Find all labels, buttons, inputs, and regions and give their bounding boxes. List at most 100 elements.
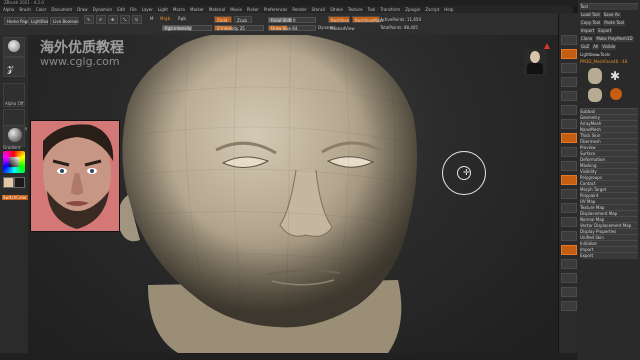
z-intensity-slider[interactable]: Z Intensity 25: [214, 25, 264, 31]
move-button[interactable]: [561, 203, 577, 213]
rotate-button[interactable]: [561, 231, 577, 241]
axis-gizmo-icon[interactable]: [544, 43, 550, 49]
menu-item-brush[interactable]: Brush: [19, 7, 31, 12]
subtool-thumb-star-icon[interactable]: ✱: [610, 70, 620, 82]
secondary-color-swatch[interactable]: [14, 177, 25, 188]
ghost-button[interactable]: [561, 273, 577, 283]
menu-item-help[interactable]: Help: [444, 7, 453, 12]
menu-item-tool[interactable]: Tool: [368, 7, 376, 12]
menu-item-dynamics[interactable]: Dynamics: [93, 7, 113, 12]
lightbox-tools-button[interactable]: Lightbox►Tools: [580, 52, 638, 58]
current-tool-label[interactable]: PM3D_MeshFace48 : 48: [580, 59, 638, 65]
spix-button[interactable]: [561, 49, 577, 59]
menu-item-movie[interactable]: Movie: [230, 7, 242, 12]
live-boolean-button[interactable]: Live Boolean: [50, 17, 79, 25]
import-button[interactable]: Import: [580, 28, 596, 34]
save-as-button[interactable]: Save As: [602, 12, 621, 18]
lightbox-button[interactable]: LightBox: [28, 17, 48, 25]
navigation-thumbnail[interactable]: [524, 49, 546, 75]
menu-item-alpha[interactable]: Alpha: [3, 7, 14, 12]
load-tool-button[interactable]: Load Tool: [580, 12, 601, 18]
gradient-label: Gradient: [3, 145, 21, 150]
zadd-button[interactable]: Zadd: [214, 16, 232, 23]
stroke-selector[interactable]: 𝓏: [3, 57, 25, 77]
goz-button[interactable]: GoZ: [580, 44, 591, 50]
tool-palette-title[interactable]: Tool: [580, 3, 638, 10]
main-color-swatch[interactable]: [3, 177, 14, 188]
menu-item-document[interactable]: Document: [51, 7, 72, 12]
local-button[interactable]: [561, 147, 577, 157]
color-picker[interactable]: [3, 151, 25, 173]
tool-file-row-2: Copy Tool Paste Tool: [580, 20, 638, 26]
make-polymesh-button[interactable]: Make PolyMesh3D: [595, 36, 634, 42]
persp-button[interactable]: [561, 119, 577, 129]
paste-tool-button[interactable]: Paste Tool: [603, 20, 626, 26]
thumbnail-body: [527, 63, 543, 74]
menu-item-render[interactable]: Render: [292, 7, 306, 12]
menu-item-light[interactable]: Light: [158, 7, 168, 12]
draw-icon: ✐: [99, 17, 103, 22]
menu-item-file[interactable]: File: [130, 7, 137, 12]
export-button[interactable]: Export: [597, 28, 613, 34]
subtool-thumb-head[interactable]: [588, 68, 602, 84]
menu-item-material[interactable]: Material: [209, 7, 225, 12]
frame-button[interactable]: [561, 189, 577, 199]
menu-item-transform[interactable]: Transform: [380, 7, 400, 12]
home-page-button[interactable]: Home Page: [4, 17, 30, 25]
standard-brush-icon: [8, 40, 20, 52]
focal-shift-slider[interactable]: Focal Shift 0: [268, 17, 316, 23]
floor-button[interactable]: [561, 133, 577, 143]
actual-button[interactable]: [561, 91, 577, 101]
mrgb-label[interactable]: Mrgb: [160, 16, 170, 21]
transp-button[interactable]: [561, 259, 577, 269]
xyz-button[interactable]: [561, 175, 577, 185]
visible-button[interactable]: Visible: [601, 44, 617, 50]
brush-selector[interactable]: [3, 37, 25, 57]
backface-button[interactable]: Backface: [328, 16, 350, 23]
rgb-label[interactable]: Rgb: [178, 16, 186, 21]
menu-item-edit[interactable]: Edit: [117, 7, 125, 12]
m-label[interactable]: M: [150, 16, 153, 21]
menu-item-texture[interactable]: Texture: [348, 7, 363, 12]
menu-item-zplugin[interactable]: Zplugin: [405, 7, 420, 12]
zsub-button[interactable]: Zsub: [234, 16, 252, 23]
menu-item-zscript[interactable]: Zscript: [425, 7, 439, 12]
menu-item-preferences[interactable]: Preferences: [264, 7, 288, 12]
menu-item-stencil[interactable]: Stencil: [312, 7, 326, 12]
aahalf-button[interactable]: [561, 105, 577, 115]
scale-button[interactable]: ⤡: [120, 15, 130, 24]
move-button[interactable]: ✥: [108, 15, 118, 24]
alpha-selector[interactable]: Alpha Off: [3, 83, 25, 107]
menu-item-picker[interactable]: Picker: [247, 7, 259, 12]
xpose-button[interactable]: [561, 301, 577, 311]
bpr-button[interactable]: [561, 35, 577, 45]
backface-mask-button[interactable]: BackfaceMask: [352, 16, 384, 23]
lsym-button[interactable]: [561, 161, 577, 171]
rotate-button[interactable]: ↻: [132, 15, 142, 24]
draw-button[interactable]: ✐: [96, 15, 106, 24]
menu-item-stroke[interactable]: Stroke: [330, 7, 343, 12]
subtool-thumb-sphere[interactable]: [610, 88, 622, 100]
polyf-button[interactable]: [561, 245, 577, 255]
menu-item-macro[interactable]: Macro: [173, 7, 185, 12]
all-button[interactable]: All: [592, 44, 600, 50]
edit-button[interactable]: ✎: [84, 15, 94, 24]
copy-tool-button[interactable]: Copy Tool: [580, 20, 602, 26]
subpalette-export[interactable]: Export: [580, 252, 638, 259]
scale-button[interactable]: [561, 217, 577, 227]
clone-button[interactable]: Clone: [580, 36, 594, 42]
menu-item-marker[interactable]: Marker: [190, 7, 204, 12]
switch-color-button[interactable]: SwitchColor: [2, 195, 28, 200]
subtool-thumb-head-small[interactable]: [588, 88, 602, 102]
tool-file-row-1: Load Tool Save As: [580, 12, 638, 18]
rgb-intensity-slider[interactable]: Rgb Intensity: [162, 25, 212, 31]
zoom-button[interactable]: [561, 77, 577, 87]
watermark: 海外优质教程 www.cglg.com: [40, 40, 124, 68]
material-selector[interactable]: [3, 125, 25, 147]
menu-item-color[interactable]: Color: [36, 7, 46, 12]
scroll-button[interactable]: [561, 63, 577, 73]
menu-item-draw[interactable]: Draw: [77, 7, 87, 12]
menu-item-layer[interactable]: Layer: [142, 7, 153, 12]
draw-size-slider[interactable]: Draw Size 64: [268, 25, 316, 31]
solo-button[interactable]: [561, 287, 577, 297]
